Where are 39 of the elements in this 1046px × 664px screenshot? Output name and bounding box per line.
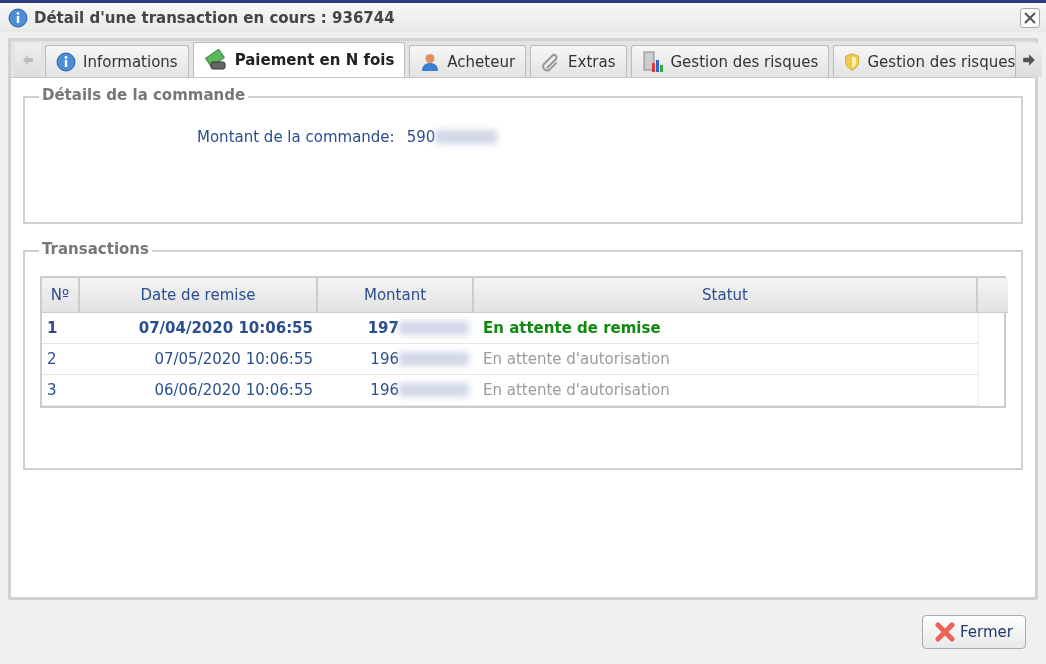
table-cell: 07/04/2020 10:06:55 bbox=[80, 313, 318, 344]
shield-icon bbox=[844, 50, 861, 73]
blurred-amount bbox=[399, 383, 469, 397]
column-header[interactable]: Nº bbox=[42, 278, 80, 313]
table-cell: 197 bbox=[367, 319, 399, 337]
close-icon bbox=[1023, 10, 1037, 25]
blurred-amount bbox=[399, 352, 469, 366]
window-title: Détail d'une transaction en cours : 936744 bbox=[34, 8, 396, 27]
table-cell: 1 bbox=[42, 313, 80, 344]
tab[interactable]: Acheteur bbox=[409, 45, 527, 77]
table-cell: 196 bbox=[370, 381, 399, 399]
info-icon bbox=[8, 7, 28, 28]
table-cell: 06/06/2020 10:06:55 bbox=[80, 375, 318, 406]
field-label: Montant de la commande: bbox=[197, 128, 395, 146]
table-cell: 07/05/2020 10:06:55 bbox=[80, 344, 318, 375]
server-chart-icon bbox=[641, 50, 664, 73]
tab[interactable]: Gestion des risques bbox=[630, 45, 830, 77]
tab[interactable]: Informations bbox=[45, 45, 189, 77]
table-cell: En attente de remise bbox=[474, 313, 978, 344]
close-button[interactable]: Fermer bbox=[922, 615, 1026, 649]
tab[interactable]: Extras bbox=[530, 45, 627, 77]
column-header[interactable]: Montant bbox=[318, 278, 474, 313]
column-header[interactable]: Statut bbox=[474, 278, 978, 313]
table-cell: 3 bbox=[42, 375, 80, 406]
blurred-amount bbox=[399, 321, 469, 335]
tab[interactable]: Paiement en N fois bbox=[192, 42, 406, 77]
right-arrow-icon[interactable] bbox=[1022, 53, 1037, 67]
table-cell: 2 bbox=[42, 344, 80, 375]
column-header[interactable]: Date de remise bbox=[80, 278, 318, 313]
blurred-amount bbox=[435, 130, 498, 144]
cross-icon bbox=[935, 622, 956, 642]
person-icon bbox=[420, 51, 441, 72]
close-button[interactable] bbox=[1020, 7, 1040, 28]
table-cell: En attente d'autorisation bbox=[474, 344, 978, 375]
info-icon bbox=[56, 51, 76, 72]
table-cell: En attente d'autorisation bbox=[474, 375, 978, 406]
field-value: 590 bbox=[406, 128, 436, 146]
table-cell: 196 bbox=[370, 350, 399, 368]
tab[interactable]: Gestion des risques bbox=[833, 45, 1017, 77]
